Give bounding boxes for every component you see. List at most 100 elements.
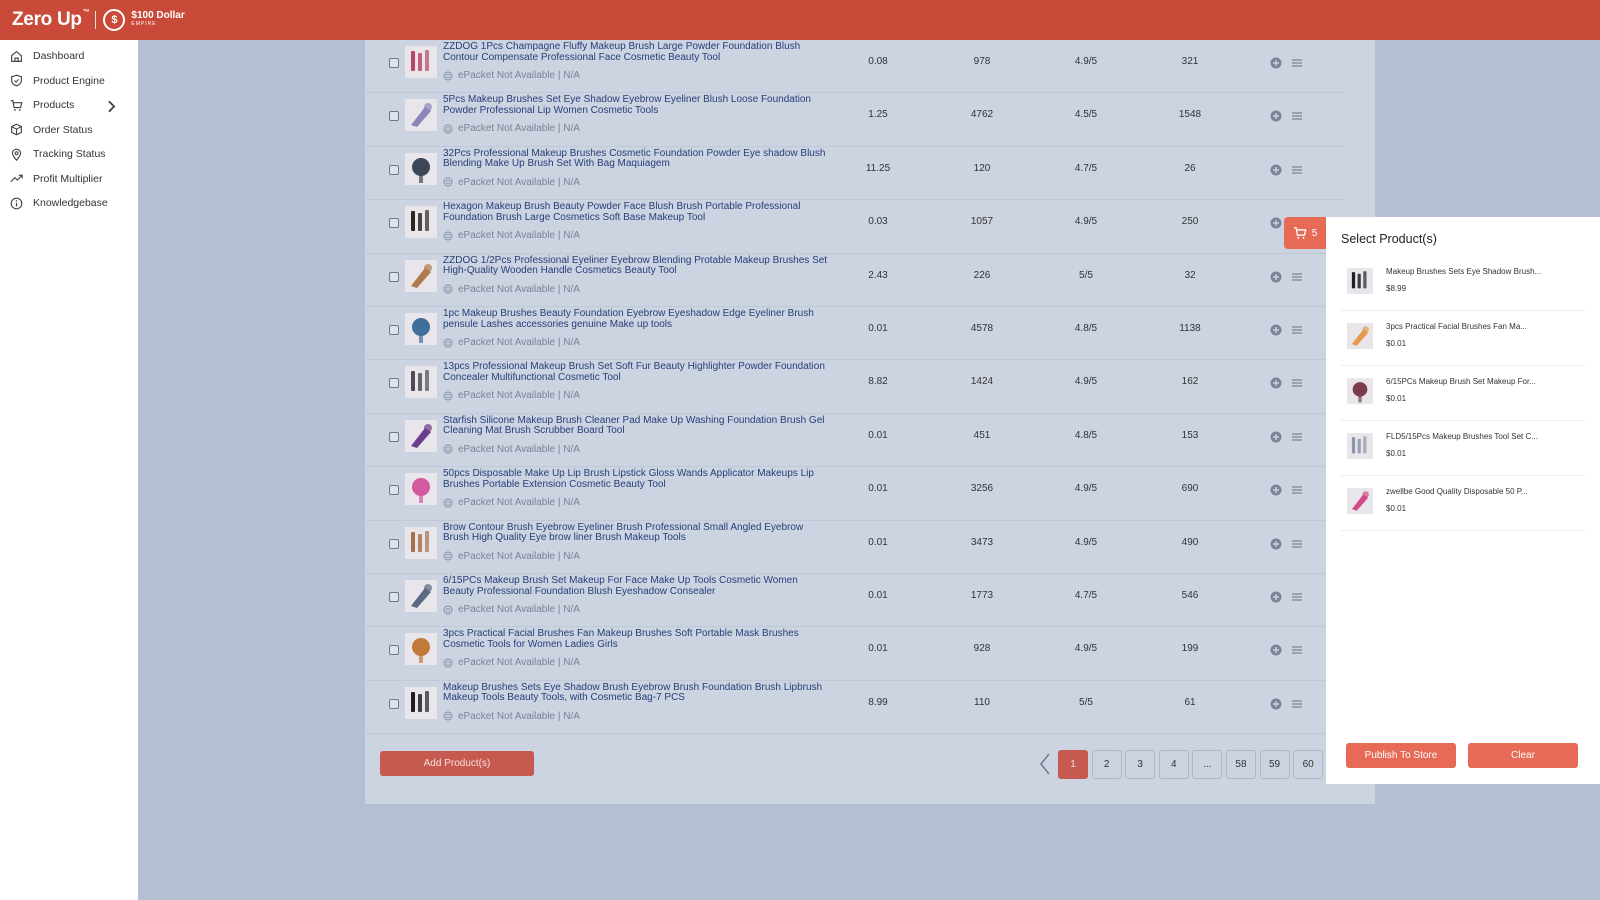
row-checkbox[interactable] — [389, 378, 399, 389]
page-button[interactable]: 58 — [1225, 749, 1256, 779]
orders-cell: 110 — [974, 696, 990, 708]
package-icon — [443, 605, 453, 614]
selected-product-price: $8.99 — [1386, 284, 1407, 293]
product-thumbnail — [405, 366, 437, 399]
orders-cell: 1057 — [970, 216, 994, 228]
menu-icon[interactable] — [1291, 324, 1303, 336]
sidebar-item-knowledgebase[interactable]: Knowledgebase — [0, 191, 138, 216]
selected-product-item[interactable]: 6/15PCs Makeup Brush Set Makeup For... $… — [1341, 366, 1585, 421]
sidebar-item-tracking-status[interactable]: Tracking Status — [0, 142, 138, 167]
product-title-link[interactable]: 13pcs Professional Makeup Brush Set Soft… — [443, 362, 828, 383]
menu-icon[interactable] — [1291, 164, 1303, 176]
selected-product-item[interactable]: FLD5/15Pcs Makeup Brushes Tool Set C... … — [1341, 421, 1585, 476]
selected-product-price: $0.01 — [1386, 449, 1407, 458]
product-title-link[interactable]: 32Pcs Professional Makeup Brushes Cosmet… — [443, 148, 828, 170]
add-circle-icon[interactable] — [1270, 271, 1282, 283]
menu-icon[interactable] — [1291, 698, 1303, 710]
row-checkbox[interactable] — [389, 431, 399, 442]
page-button[interactable]: 1 — [1058, 749, 1088, 779]
selected-product-item[interactable]: zwellbe Good Quality Disposable 50 P... … — [1341, 476, 1585, 531]
selected-product-item[interactable]: 3pcs Practical Facial Brushes Fan Ma... … — [1341, 311, 1585, 366]
menu-icon[interactable] — [1291, 484, 1303, 496]
page-button[interactable]: 2 — [1091, 749, 1122, 779]
page-button[interactable]: 3 — [1125, 749, 1156, 779]
publish-to-store-button[interactable]: Publish To Store — [1346, 743, 1456, 768]
product-title-link[interactable]: 3pcs Practical Facial Brushes Fan Makeup… — [443, 629, 828, 650]
selected-product-name: Makeup Brushes Sets Eye Shadow Brush... — [1386, 267, 1542, 276]
table-row: Brow Contour Brush Eyebrow Eyeliner Brus… — [365, 521, 1345, 574]
rating-cell: 4.8/5 — [1074, 323, 1098, 334]
product-title-link[interactable]: Makeup Brushes Sets Eye Shadow Brush Eye… — [443, 682, 828, 704]
shipping-text: ePacket Not Available | N/A — [458, 390, 580, 402]
selected-product-price: $0.01 — [1386, 394, 1407, 403]
page-button[interactable]: 60 — [1293, 749, 1324, 779]
row-checkbox[interactable] — [389, 325, 399, 335]
chevron-right-icon[interactable] — [105, 100, 118, 113]
add-circle-icon[interactable] — [1270, 698, 1282, 710]
row-actions — [1270, 57, 1312, 69]
rating-cell: 4.9/5 — [1074, 483, 1098, 495]
row-checkbox[interactable] — [389, 164, 399, 175]
product-thumbnail — [405, 526, 437, 559]
menu-icon[interactable] — [1291, 644, 1303, 656]
add-circle-icon[interactable] — [1270, 377, 1282, 389]
product-title-link[interactable]: Starfish Silicone Makeup Brush Cleaner P… — [443, 415, 828, 437]
sidebar-item-profit-multiplier[interactable]: Profit Multiplier — [0, 167, 138, 192]
menu-icon[interactable] — [1291, 538, 1303, 550]
menu-icon[interactable] — [1291, 431, 1303, 443]
row-checkbox[interactable] — [389, 218, 399, 229]
clear-button[interactable]: Clear — [1468, 743, 1578, 768]
product-title-link[interactable]: 6/15PCs Makeup Brush Set Makeup For Face… — [443, 575, 828, 597]
menu-icon[interactable] — [1291, 110, 1303, 122]
menu-icon[interactable] — [1291, 57, 1303, 69]
product-title-link[interactable]: ZZDOG 1/2Pcs Professional Eyeliner Eyebr… — [443, 255, 828, 277]
product-title-link[interactable]: Hexagon Makeup Brush Beauty Powder Face … — [443, 201, 828, 223]
add-circle-icon[interactable] — [1270, 538, 1282, 550]
price-cell: 0.01 — [868, 323, 888, 334]
zero-up-logo[interactable]: Zero Up™ — [12, 9, 90, 31]
add-circle-icon[interactable] — [1270, 431, 1282, 443]
page-buttons: 1 2 3 4... 58 59 60 — [1058, 749, 1327, 779]
add-circle-icon[interactable] — [1270, 164, 1282, 176]
sidebar-item-products[interactable]: Products — [0, 93, 138, 118]
add-circle-icon[interactable] — [1270, 57, 1282, 69]
row-checkbox[interactable] — [389, 645, 399, 656]
selected-product-item[interactable]: Makeup Brushes Sets Eye Shadow Brush... … — [1341, 256, 1585, 311]
row-checkbox[interactable] — [389, 698, 399, 709]
product-title-link[interactable]: 50pcs Disposable Make Up Lip Brush Lipst… — [443, 468, 828, 490]
page-button[interactable]: 4 — [1158, 749, 1189, 779]
add-circle-icon[interactable] — [1270, 644, 1282, 656]
shipping-text: ePacket Not Available | N/A — [458, 337, 580, 348]
menu-icon[interactable] — [1291, 377, 1303, 389]
product-title-link[interactable]: 1pc Makeup Brushes Beauty Foundation Eye… — [443, 308, 828, 330]
price-cell: 8.82 — [868, 376, 888, 388]
sidebar-item-dashboard[interactable]: Dashboard — [0, 44, 138, 69]
add-circle-icon[interactable] — [1270, 324, 1282, 336]
add-circle-icon[interactable] — [1270, 484, 1282, 496]
sidebar-item-product-engine[interactable]: Product Engine — [0, 69, 138, 94]
menu-icon[interactable] — [1291, 271, 1303, 283]
row-checkbox[interactable] — [389, 485, 399, 496]
product-title-link[interactable]: 5Pcs Makeup Brushes Set Eye Shadow Eyebr… — [443, 95, 828, 116]
cart-toggle-button[interactable]: 5 — [1284, 217, 1326, 249]
page-button[interactable]: 59 — [1259, 749, 1290, 779]
row-checkbox[interactable] — [389, 592, 399, 602]
row-actions — [1270, 484, 1312, 496]
menu-icon[interactable] — [1291, 591, 1303, 603]
add-circle-icon[interactable] — [1270, 110, 1282, 122]
product-thumbnail — [405, 206, 437, 239]
reviews-cell: 32 — [1184, 269, 1196, 281]
row-checkbox[interactable] — [389, 271, 399, 282]
add-circle-icon[interactable] — [1270, 591, 1282, 603]
product-title-link[interactable]: ZZDOG 1Pcs Champagne Fluffy Makeup Brush… — [443, 41, 828, 63]
row-checkbox[interactable] — [389, 58, 399, 68]
product-title-link[interactable]: Brow Contour Brush Eyebrow Eyeliner Brus… — [443, 522, 828, 544]
shipping-info: ePacket Not Available | N/A — [443, 284, 580, 295]
row-checkbox[interactable] — [389, 538, 399, 549]
row-checkbox[interactable] — [389, 111, 399, 122]
drawer-title: Select Product(s) — [1341, 232, 1437, 246]
prev-page-icon[interactable] — [1034, 749, 1056, 779]
add-circle-icon[interactable] — [1270, 217, 1282, 229]
sidebar-item-order-status[interactable]: Order Status — [0, 118, 138, 143]
add-products-button[interactable]: Add Product(s) — [380, 751, 534, 776]
